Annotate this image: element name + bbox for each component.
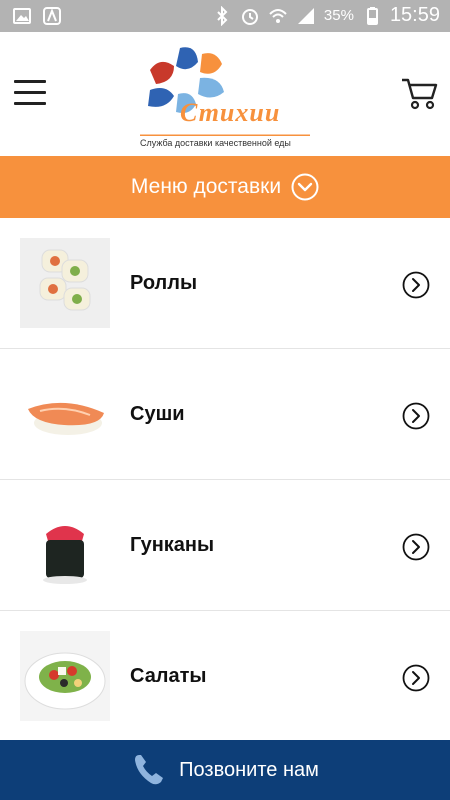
status-bar: 35% 15:59 bbox=[0, 0, 450, 32]
logo: Стихии Служба доставки качественной еды bbox=[140, 44, 310, 152]
category-label: Салаты bbox=[130, 665, 207, 687]
alarm-icon bbox=[241, 8, 258, 25]
gunkan-image bbox=[20, 500, 110, 590]
app-header: Стихии Служба доставки качественной еды bbox=[0, 32, 450, 156]
category-label: Гунканы bbox=[130, 534, 215, 556]
category-label: Роллы bbox=[130, 272, 198, 294]
battery-percent: 35% bbox=[323, 7, 354, 24]
category-item-gunkans[interactable]: Гунканы bbox=[0, 480, 450, 611]
category-item-sushi[interactable]: Суши bbox=[0, 349, 450, 480]
brand-name: Стихии bbox=[180, 98, 281, 127]
rolls-image bbox=[20, 238, 110, 328]
signal-icon bbox=[297, 7, 314, 24]
sushi-image bbox=[20, 369, 110, 459]
delivery-menu-label: Меню доставки bbox=[130, 175, 282, 198]
call-us-label: Позвоните нам bbox=[179, 758, 319, 781]
delivery-menu-toggle[interactable]: Меню доставки bbox=[0, 156, 450, 218]
category-item-salads[interactable]: Салаты bbox=[0, 611, 450, 742]
category-label: Суши bbox=[130, 403, 185, 425]
phone-icon bbox=[135, 755, 164, 785]
bluetooth-icon bbox=[217, 5, 228, 26]
chevron-right-icon bbox=[402, 402, 430, 430]
salad-image bbox=[20, 631, 110, 721]
app-notification-icon bbox=[43, 7, 61, 25]
call-us-button[interactable]: Позвоните нам bbox=[0, 740, 450, 800]
category-list: Роллы Суши Гунканы Салаты bbox=[0, 218, 450, 742]
menu-icon[interactable] bbox=[14, 80, 46, 106]
cart-icon[interactable] bbox=[400, 76, 438, 110]
chevron-right-icon bbox=[402, 271, 430, 299]
brand-tagline: Служба доставки качественной еды bbox=[140, 138, 291, 148]
battery-icon bbox=[366, 6, 378, 25]
chevron-right-icon bbox=[402, 664, 430, 692]
chevron-down-icon bbox=[291, 173, 319, 201]
category-item-rolls[interactable]: Роллы bbox=[0, 218, 450, 349]
gallery-icon bbox=[13, 8, 31, 24]
chevron-right-icon bbox=[402, 533, 430, 561]
wifi-icon bbox=[269, 8, 287, 23]
status-clock: 15:59 bbox=[389, 4, 440, 26]
